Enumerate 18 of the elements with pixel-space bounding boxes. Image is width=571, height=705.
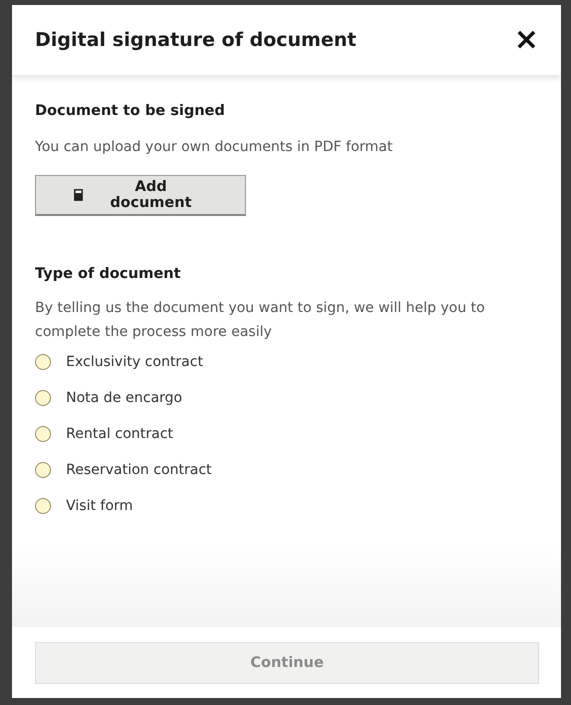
dialog-title: Digital signature of document bbox=[35, 29, 356, 51]
radio-button[interactable] bbox=[35, 390, 51, 406]
section-description: By telling us the document you want to sign, we will help you to complete the process more easily bbox=[35, 299, 486, 342]
add-document-button[interactable]: Add document bbox=[35, 175, 246, 216]
option-label: Rental contract bbox=[66, 426, 174, 442]
option-label: Reservation contract bbox=[66, 462, 212, 478]
option-label: Visit form bbox=[66, 498, 133, 514]
section-heading: Document to be signed bbox=[35, 103, 226, 119]
radio-button[interactable] bbox=[35, 354, 51, 370]
close-button[interactable]: × bbox=[514, 25, 539, 55]
option-label: Exclusivity contract bbox=[66, 354, 204, 370]
section-heading: Type of document bbox=[35, 266, 182, 282]
option-label: Nota de encargo bbox=[66, 390, 182, 406]
radio-button[interactable] bbox=[35, 498, 51, 514]
radio-button[interactable] bbox=[35, 426, 51, 442]
section-description: You can upload your own documents in PDF format bbox=[35, 138, 394, 157]
radio-button[interactable] bbox=[35, 462, 51, 478]
document-icon bbox=[74, 189, 83, 201]
